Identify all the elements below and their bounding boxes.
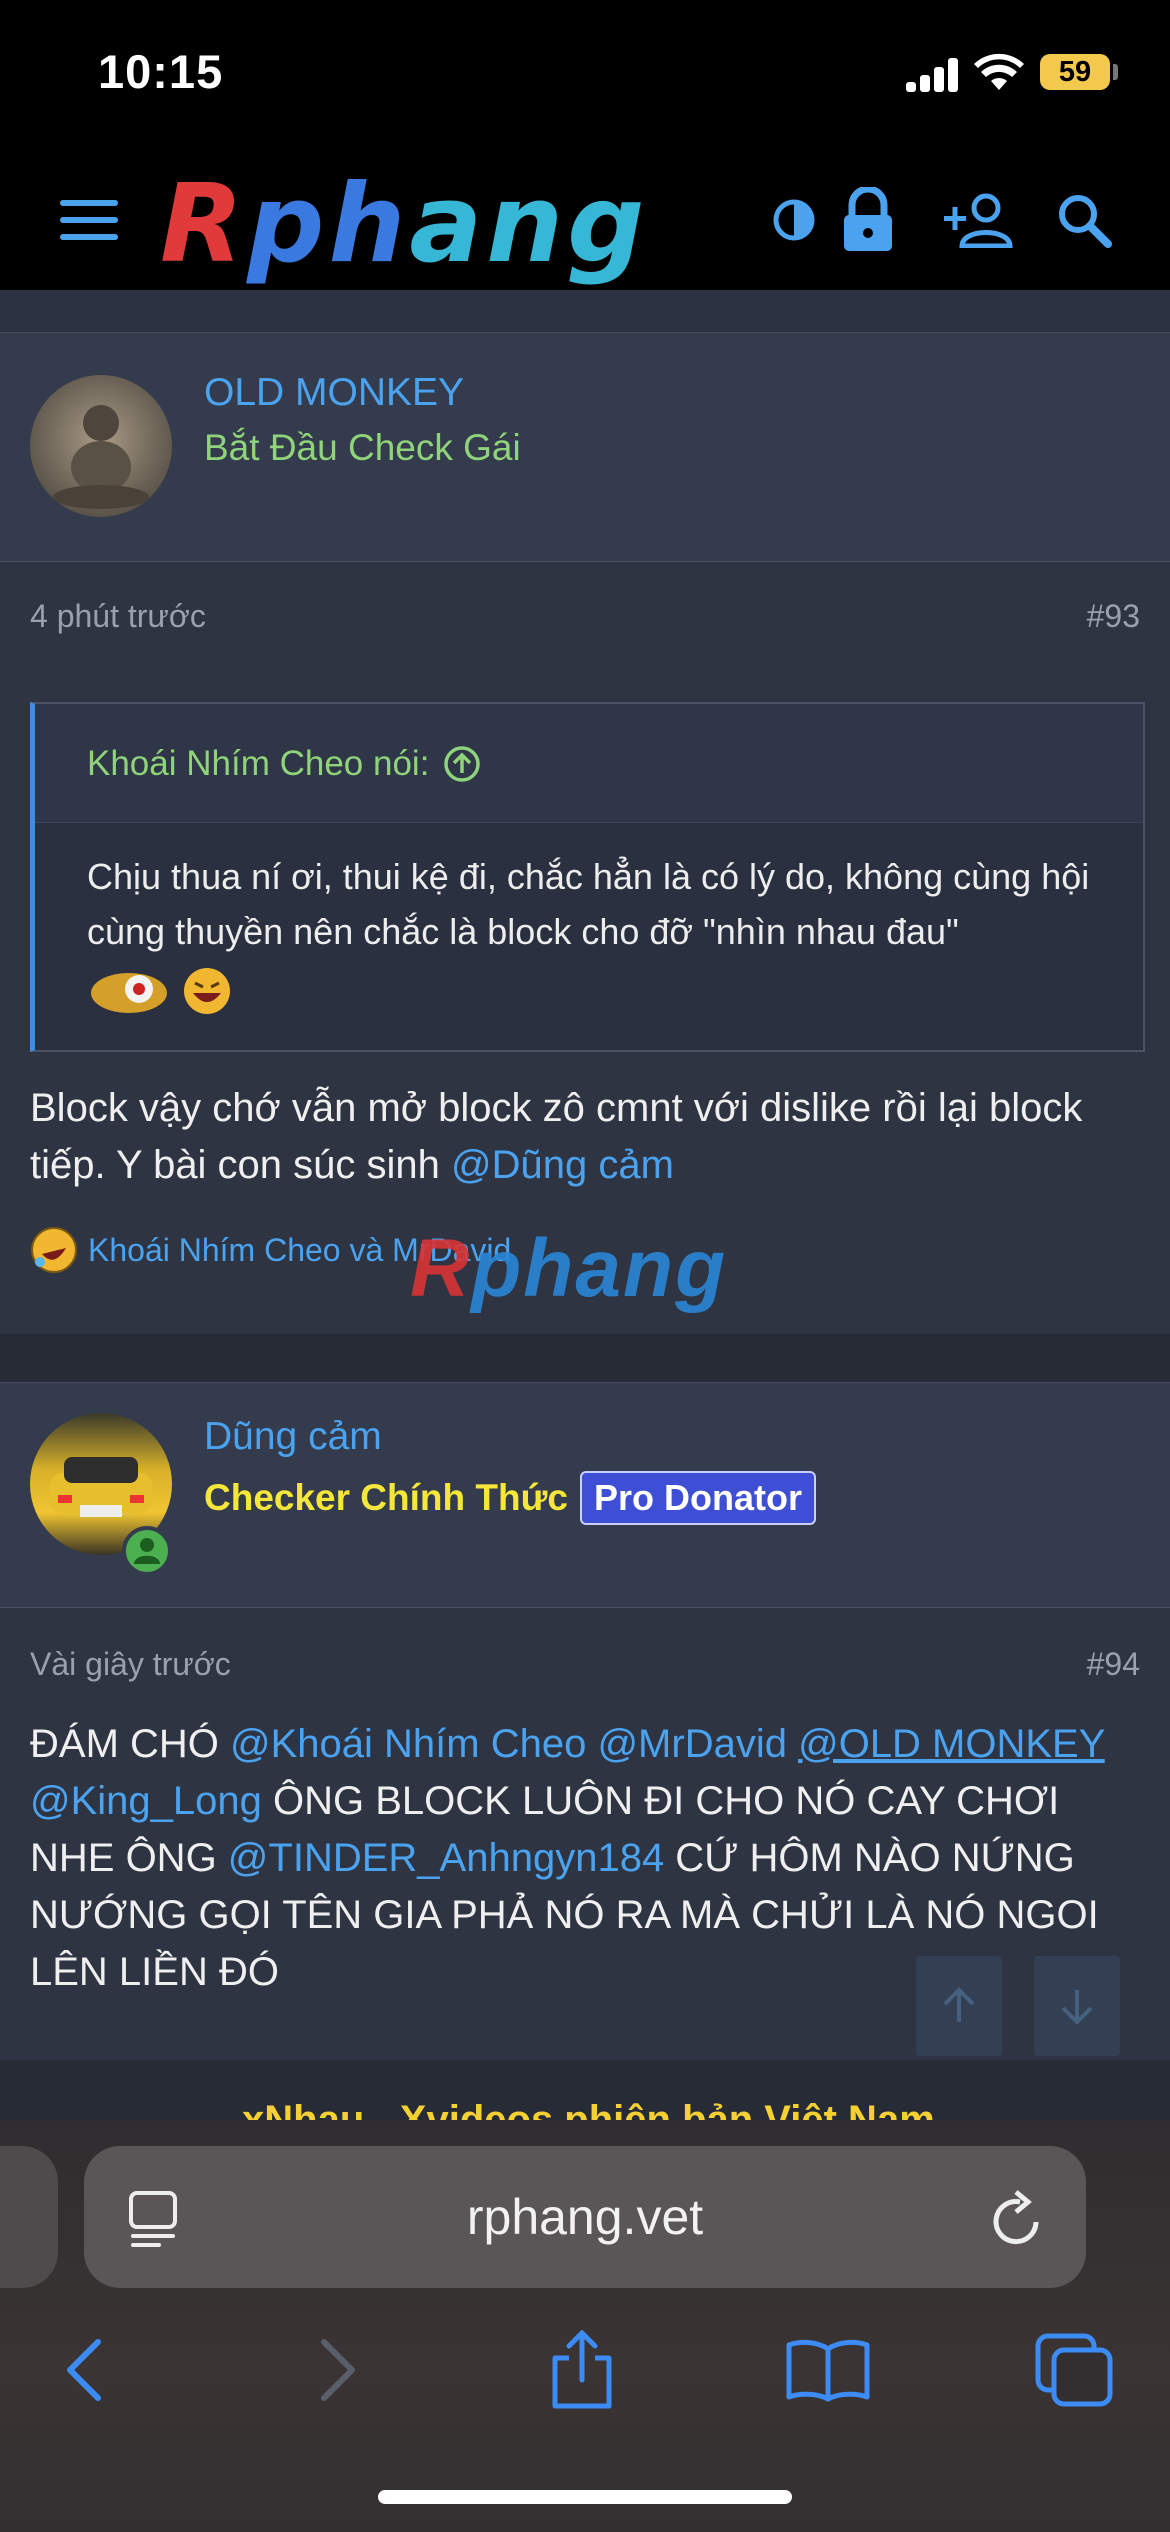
mention-link[interactable]: @OLD MONKEY — [798, 1722, 1105, 1766]
quote-author[interactable]: Khoái Nhím Cheo nói: — [87, 744, 481, 784]
url-text[interactable]: rphang.vet — [84, 2146, 1086, 2288]
lock-icon[interactable] — [828, 180, 908, 260]
browser-toolbar: rphang.vet — [0, 2120, 1170, 2532]
search-icon[interactable] — [1044, 180, 1124, 260]
cellular-signal-icon — [906, 58, 960, 92]
site-header: Rphang — [0, 150, 1170, 290]
mention-link[interactable]: @Dũng cảm — [451, 1143, 674, 1187]
scroll-up-button[interactable] — [916, 1956, 1002, 2056]
post-author-name[interactable]: Dũng cảm — [204, 1415, 382, 1459]
status-time: 10:15 — [98, 45, 224, 98]
battery-indicator: 59 — [1040, 54, 1110, 90]
mention-link[interactable]: @MrDavid — [597, 1722, 787, 1766]
arrow-up-circle-icon[interactable] — [443, 745, 481, 783]
quote-text: Chịu thua ní ơi, thui kệ đi, chắc hẳn là… — [87, 849, 1107, 1017]
user-title-row: Checker Chính Thức Pro Donator — [204, 1471, 816, 1525]
quote-header[interactable]: Khoái Nhím Cheo nói: — [35, 704, 1143, 823]
post-message: Block vậy chớ vẫn mở block zô cmnt với d… — [30, 1086, 1083, 1187]
quote-block: Khoái Nhím Cheo nói: Chịu thua ní ơi, th… — [30, 702, 1145, 1052]
register-user-icon[interactable] — [938, 180, 1018, 260]
share-icon[interactable] — [532, 2320, 632, 2420]
bookmarks-icon[interactable] — [778, 2320, 878, 2420]
avatar[interactable] — [30, 375, 172, 517]
top-divider-strip — [0, 290, 1170, 332]
address-bar[interactable]: rphang.vet — [84, 2146, 1086, 2288]
site-logo[interactable]: Rphang — [160, 162, 648, 287]
menu-icon[interactable] — [50, 180, 130, 260]
forward-icon[interactable] — [288, 2320, 388, 2420]
reload-icon[interactable] — [990, 2188, 1046, 2248]
home-indicator — [378, 2490, 792, 2504]
arrow-down-icon — [1061, 1990, 1093, 2025]
post-number[interactable]: #93 — [1087, 598, 1140, 635]
arrow-up-icon — [943, 1987, 975, 2022]
post-time[interactable]: Vài giây trước — [30, 1646, 231, 1683]
post-94-user-block: Dũng cảm Checker Chính Thức Pro Donator — [0, 1382, 1170, 1609]
back-icon[interactable] — [34, 2320, 134, 2420]
wifi-icon — [974, 53, 1024, 90]
rphang-watermark: Rphang — [410, 1223, 728, 1314]
sticker-emoji-icon — [91, 973, 167, 1013]
post-time[interactable]: 4 phút trước — [30, 598, 206, 635]
user-title: Bắt Đầu Check Gái — [204, 427, 521, 468]
pro-donator-badge: Pro Donator — [579, 1471, 816, 1525]
laughing-emoji-icon — [184, 968, 231, 1014]
status-bar: 10:15 59 — [0, 0, 1170, 150]
mention-link[interactable]: @King_Long — [30, 1779, 262, 1823]
mention-link[interactable]: @Khoái Nhím Cheo — [230, 1722, 586, 1766]
mention-link[interactable]: @TINDER_Anhngyn184 — [228, 1836, 664, 1880]
theme-toggle-icon[interactable] — [754, 180, 834, 260]
tabs-icon[interactable] — [1024, 2320, 1124, 2420]
battery-nub — [1113, 64, 1118, 80]
post-author-name[interactable]: OLD MONKEY — [204, 371, 464, 415]
online-status-icon — [122, 1526, 172, 1576]
post-number[interactable]: #94 — [1087, 1646, 1140, 1683]
scroll-down-button[interactable] — [1034, 1956, 1120, 2056]
post-93-user-block: OLD MONKEY Bắt Đầu Check Gái — [0, 332, 1170, 563]
rofl-reaction-icon — [31, 1227, 77, 1273]
previous-tab-edge[interactable] — [0, 2146, 58, 2288]
user-title: Checker Chính Thức — [204, 1477, 568, 1518]
emoji-row — [87, 965, 1107, 1017]
